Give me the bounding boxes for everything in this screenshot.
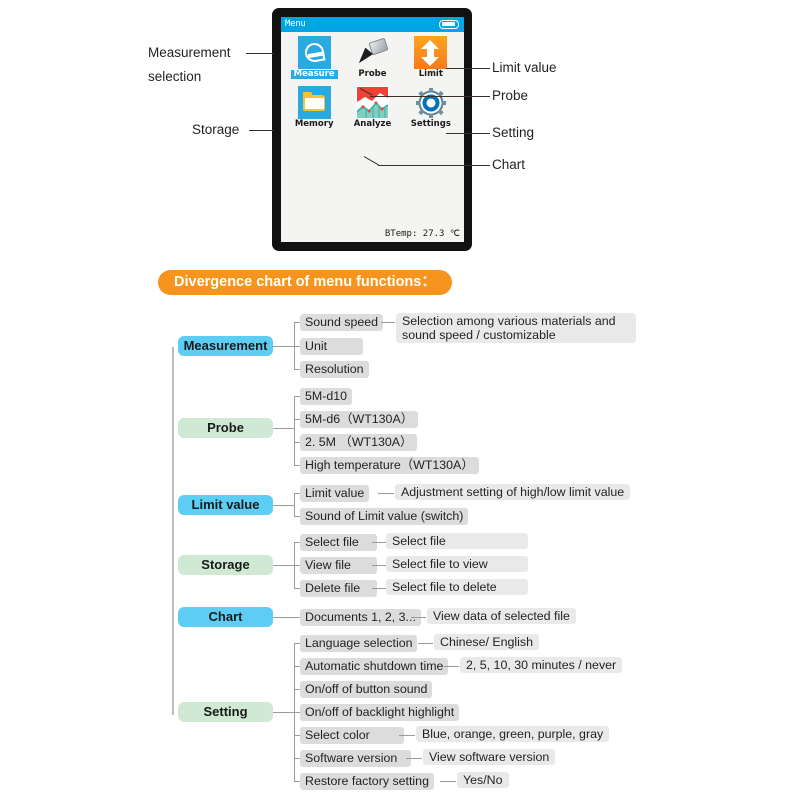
tree-desc: Chinese/ English (434, 634, 539, 650)
battery-icon (439, 20, 459, 29)
connector (381, 322, 395, 324)
callout-measurement-selection-line1: Measurement (148, 45, 231, 60)
tree-desc: Blue, orange, green, purple, gray (416, 726, 610, 742)
connector (294, 396, 296, 466)
leader-line-setting (446, 133, 490, 135)
connector (273, 428, 295, 430)
connector (273, 505, 295, 507)
tree-leaf[interactable]: 5M-d10 (300, 388, 353, 405)
chart-icon (355, 86, 389, 120)
tree-leaf[interactable]: Limit value (300, 485, 370, 502)
leader-line-chart (378, 165, 490, 167)
connector (372, 588, 386, 590)
callout-limit-value: Limit value (492, 60, 557, 75)
menu-icon-settings[interactable]: Settings (402, 86, 460, 129)
tree-leaf[interactable]: View file (300, 557, 377, 574)
connector (294, 493, 296, 517)
tree-desc: Yes/No (457, 772, 509, 788)
leader-line-measurement (246, 53, 274, 55)
tree-leaf[interactable]: Sound speed (300, 314, 384, 331)
menu-icon-memory[interactable]: Memory (285, 86, 343, 129)
menu-icon-measure[interactable]: Measure (285, 36, 343, 80)
tree-root-measurement[interactable]: Measurement (178, 336, 273, 356)
tree-leaf[interactable]: Restore factory setting (300, 773, 434, 790)
section-banner: Divergence chart of menu functions： (158, 270, 452, 295)
tree-diagram: Measurement Sound speed Selection among … (0, 300, 800, 800)
menu-icon-label: Limit (418, 69, 443, 79)
tree-desc: Adjustment setting of high/low limit val… (395, 484, 631, 500)
connector (444, 666, 459, 668)
tree-leaf[interactable]: On/off of backlight highlight (300, 704, 460, 721)
tree-desc: View data of selected file (427, 608, 576, 624)
connector (273, 346, 295, 348)
tree-leaf[interactable]: Delete file (300, 580, 377, 597)
tree-desc: 2, 5, 10, 30 minutes / never (460, 657, 623, 673)
device-mockup: Menu Measure Probe Limit Memory Analyze … (272, 8, 472, 251)
tree-desc: Select file (386, 533, 528, 549)
menu-icon-label: Probe (358, 69, 387, 79)
menu-icon-label: Memory (294, 119, 334, 130)
connector (411, 617, 426, 619)
connector (372, 565, 386, 567)
tree-root-chart[interactable]: Chart (178, 607, 273, 627)
tree-leaf[interactable]: Resolution (300, 361, 369, 378)
folder-icon (297, 86, 331, 120)
tree-desc: Select file to view (386, 556, 528, 572)
connector (273, 617, 301, 619)
menu-icon-limit[interactable]: Limit (402, 36, 460, 79)
callout-measurement-selection-line2: selection (148, 69, 202, 84)
connector (273, 565, 295, 567)
tree-leaf[interactable]: Documents 1, 2, 3... (300, 609, 421, 626)
tree-desc: View software version (423, 749, 556, 765)
tree-leaf[interactable]: Software version (300, 750, 411, 767)
leader-line-probe (370, 96, 490, 98)
status-bar-title: Menu (285, 19, 306, 29)
probe-icon (355, 36, 389, 69)
tree-leaf[interactable]: Select color (300, 727, 404, 744)
limit-arrows-icon (414, 36, 448, 69)
tree-leaf[interactable]: 2. 5M （WT130A） (300, 434, 418, 451)
tree-leaf[interactable]: High temperature（WT130A） (300, 457, 479, 474)
connector (399, 735, 415, 737)
tree-desc: Select file to delete (386, 579, 528, 595)
leader-line-limit-value (446, 68, 490, 70)
menu-icon-analyze[interactable]: Analyze (343, 86, 401, 129)
tree-root-setting[interactable]: Setting (178, 702, 273, 722)
device-screen: Menu Measure Probe Limit Memory Analyze … (281, 17, 464, 242)
callout-chart: Chart (492, 157, 526, 172)
menu-icon-label: Settings (410, 119, 451, 130)
tree-root-limit-value[interactable]: Limit value (178, 495, 273, 515)
leader-line-storage (249, 130, 274, 132)
measure-gauge-icon (297, 36, 331, 69)
menu-icon-label: Analyze (353, 119, 392, 130)
tree-leaf[interactable]: 5M-d6（WT130A） (300, 411, 419, 428)
connector (406, 758, 422, 760)
tree-root-probe[interactable]: Probe (178, 418, 273, 438)
tree-leaf[interactable]: Unit (300, 338, 363, 355)
device-icon-grid: Measure Probe Limit Memory Analyze Setti… (281, 36, 464, 130)
callout-storage: Storage (192, 122, 240, 137)
tree-leaf[interactable]: Sound of Limit value (switch) (300, 508, 469, 525)
tree-leaf[interactable]: Automatic shutdown time (300, 658, 449, 675)
tree-root-storage[interactable]: Storage (178, 555, 273, 575)
device-status-bar: Menu (281, 17, 464, 32)
tree-leaf[interactable]: Select file (300, 534, 377, 551)
menu-icon-label: Measure (290, 69, 338, 80)
connector (378, 493, 394, 495)
menu-icon-probe[interactable]: Probe (343, 36, 401, 79)
gear-icon (414, 86, 447, 119)
tree-leaf[interactable]: On/off of button sound (300, 681, 433, 698)
tree-leaf[interactable]: Language selection (300, 635, 418, 652)
callout-setting: Setting (492, 125, 535, 140)
connector (273, 712, 295, 714)
callout-probe: Probe (492, 88, 529, 103)
btemp-readout: BTemp: 27.3 ℃ (384, 229, 460, 239)
connector (440, 781, 456, 783)
connector (372, 542, 386, 544)
connector (418, 643, 433, 645)
tree-desc: Selection among various materials and so… (396, 313, 636, 343)
